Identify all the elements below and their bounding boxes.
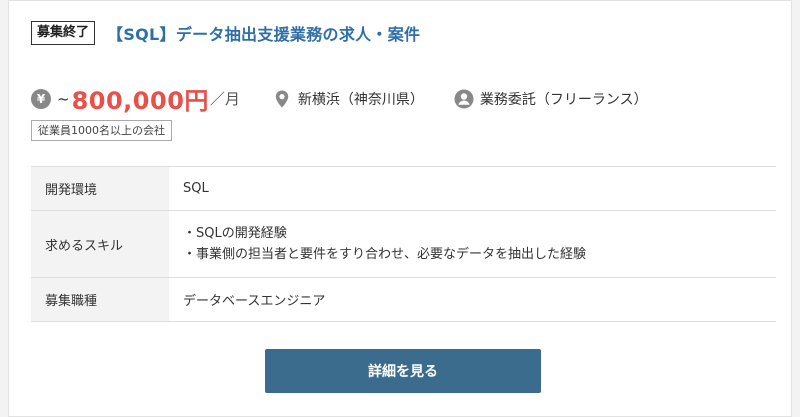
salary-prefix: ~ xyxy=(57,89,70,108)
skill-item: ・事業側の担当者と要件をすり合わせ、必要なデータを抽出した経験 xyxy=(183,247,587,262)
title-row: 募集終了 【SQL】データ抽出支援業務の求人・案件 xyxy=(31,21,420,45)
salary-unit: ／月 xyxy=(209,90,240,108)
company-size-tag: 従業員1000名以上の会社 xyxy=(31,120,172,141)
table-row: 募集職種 データベースエンジニア xyxy=(31,277,776,322)
role-label: 募集職種 xyxy=(31,277,169,322)
skill-item: ・SQLの開発経験 xyxy=(183,226,287,241)
location-block: 新横浜（神奈川県） xyxy=(272,89,424,109)
status-badge: 募集終了 xyxy=(31,21,96,45)
salary-value: 800,000円 xyxy=(71,87,209,115)
location-pin-icon xyxy=(275,90,289,107)
yen-icon: ¥ xyxy=(31,88,51,109)
table-row: 開発環境 SQL xyxy=(31,166,776,211)
table-row: 求めるスキル ・SQLの開発経験 ・事業側の担当者と要件をすり合わせ、必要なデー… xyxy=(31,210,776,278)
contract-block: 業務委託（フリーランス） xyxy=(454,89,648,109)
env-label: 開発環境 xyxy=(31,166,169,211)
skill-label: 求めるスキル xyxy=(31,210,169,278)
contract-text: 業務委託（フリーランス） xyxy=(479,91,648,108)
location-text: 新横浜（神奈川県） xyxy=(297,91,424,108)
job-title-link[interactable]: 【SQL】データ抽出支援業務の求人・案件 xyxy=(107,21,420,45)
skill-value: ・SQLの開発経験 ・事業側の担当者と要件をすり合わせ、必要なデータを抽出した経… xyxy=(169,210,776,278)
job-card: 募集終了 【SQL】データ抽出支援業務の求人・案件 ¥ ~ 800,000円 ／… xyxy=(8,0,792,417)
env-value: SQL xyxy=(169,166,776,211)
role-value: データベースエンジニア xyxy=(169,277,776,322)
job-details-table: 開発環境 SQL 求めるスキル ・SQLの開発経験 ・事業側の担当者と要件をすり… xyxy=(31,166,776,322)
view-details-button[interactable]: 詳細を見る xyxy=(265,349,541,393)
info-row: ¥ ~ 800,000円 ／月 新横浜（神奈川県） 業務委託（フリーランス） xyxy=(31,81,648,116)
person-icon xyxy=(454,89,474,108)
salary-block: ¥ ~ 800,000円 ／月 xyxy=(31,81,240,116)
